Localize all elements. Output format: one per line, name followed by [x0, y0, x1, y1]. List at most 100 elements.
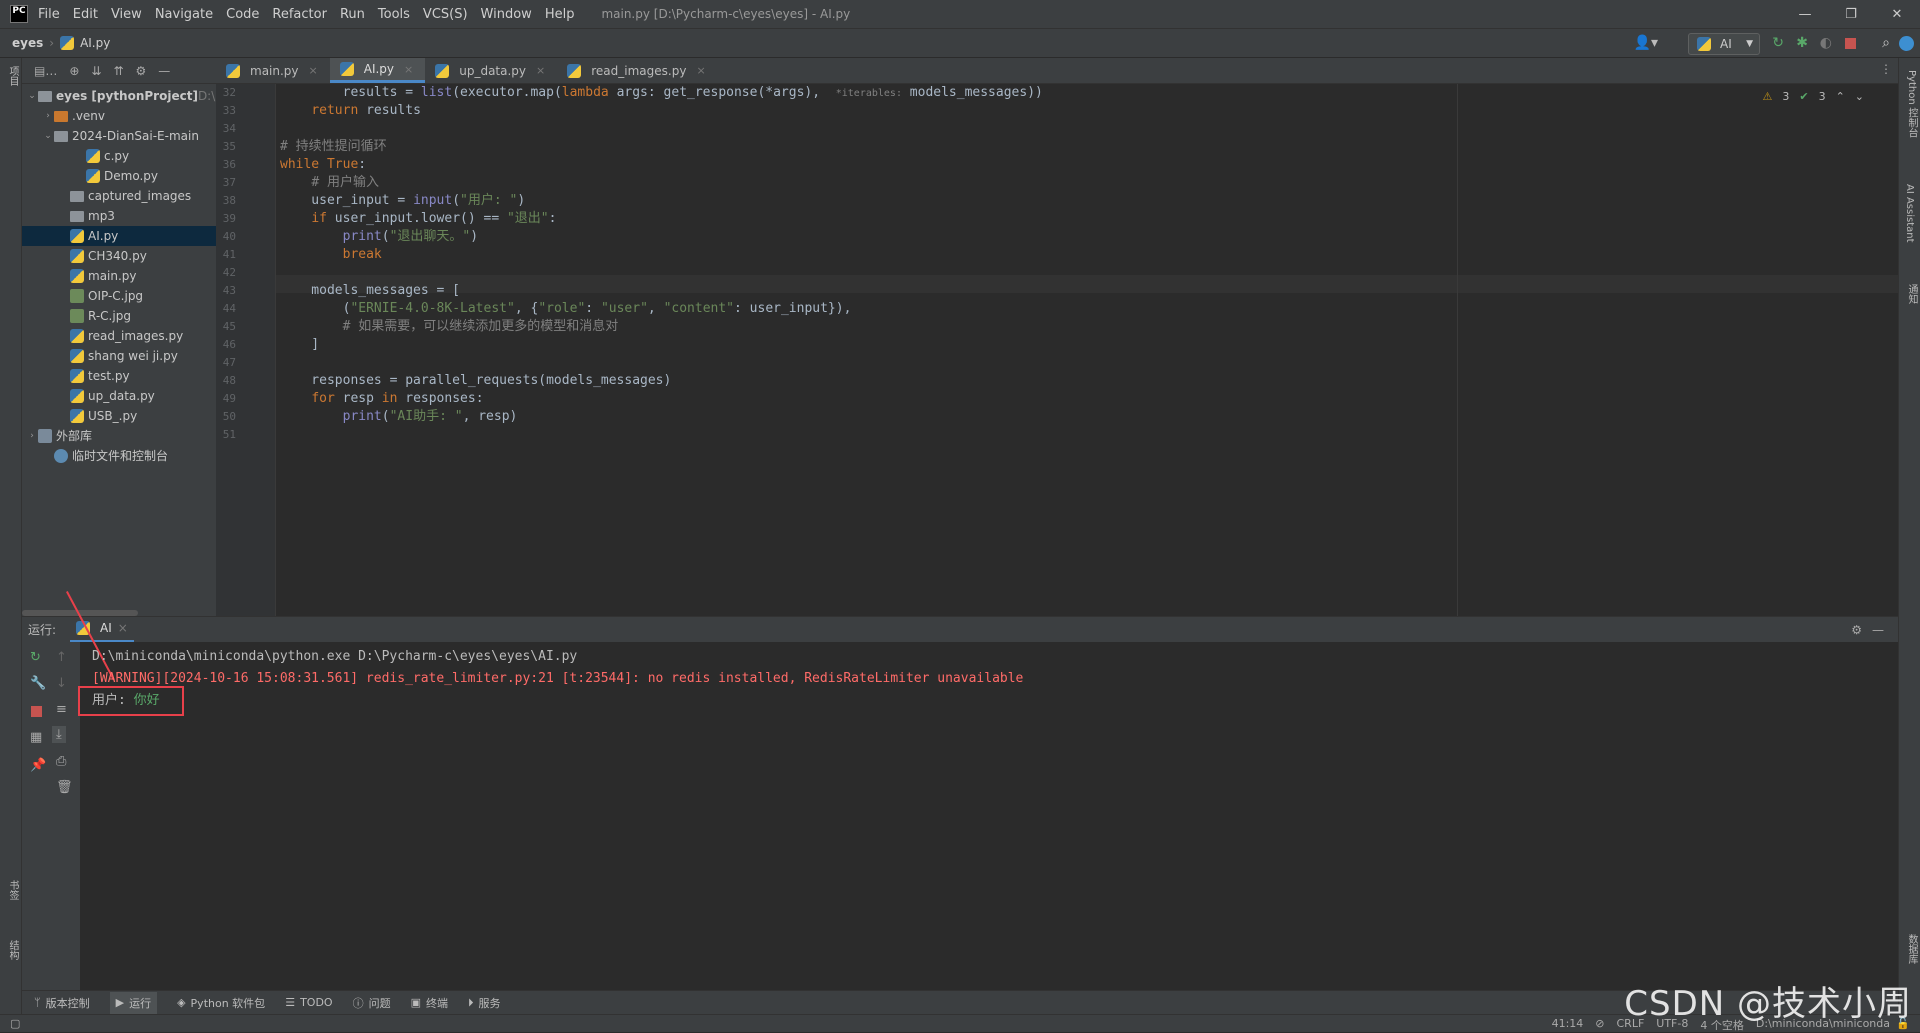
structure-tool-label[interactable]: 结构 [5, 940, 20, 960]
close-tab-icon[interactable]: × [118, 621, 128, 635]
menu-item-tools[interactable]: Tools [378, 7, 410, 22]
tree-item[interactable]: 临时文件和控制台 [22, 446, 216, 466]
expand-all-icon[interactable]: ⇊ [91, 64, 101, 78]
chevron-up-icon[interactable]: ⌃ [1836, 90, 1845, 103]
gear-icon[interactable]: ⚙ [1851, 623, 1862, 637]
breadcrumb-project[interactable]: eyes [12, 36, 43, 50]
tree-item[interactable]: USB_.py [22, 406, 216, 426]
search-icon[interactable]: ⌕ [1882, 35, 1890, 51]
read-only-icon[interactable]: ⊘ [1595, 1017, 1604, 1033]
tree-item[interactable]: CH340.py [22, 246, 216, 266]
trash-icon[interactable]: 🗑 [56, 780, 73, 795]
close-tab-icon[interactable]: × [309, 64, 318, 77]
bottom-tool-Python-软件包[interactable]: ◈ Python 软件包 [177, 995, 265, 1011]
menu-item-refactor[interactable]: Refactor [272, 7, 327, 22]
python-console-label[interactable]: Python 控制台 [1904, 70, 1919, 138]
hide-icon[interactable]: — [158, 64, 170, 78]
wrench-icon[interactable]: 🔧 [30, 676, 46, 691]
tree-item[interactable]: read_images.py [22, 326, 216, 346]
print-icon[interactable]: ⎙ [56, 754, 66, 769]
tab-main-py[interactable]: main.py × [216, 58, 330, 83]
scroll-to-end-icon[interactable]: ⤓ [52, 726, 66, 743]
user-icon[interactable]: 👤▾ [1634, 35, 1658, 51]
project-tool-label[interactable]: 项目 [5, 66, 20, 86]
bottom-tool-终端[interactable]: ▣ 终端 [411, 995, 448, 1011]
menu-item-vcss[interactable]: VCS(S) [423, 7, 468, 22]
close-window-button[interactable]: ✕ [1874, 0, 1920, 28]
soft-wrap-icon[interactable]: ≡ [56, 702, 67, 717]
tree-item[interactable]: up_data.py [22, 386, 216, 406]
chevron-icon[interactable]: › [42, 106, 54, 126]
arrow-down-icon[interactable]: ↓ [56, 676, 67, 691]
menu-item-view[interactable]: View [111, 7, 142, 22]
stop-icon[interactable] [31, 706, 42, 717]
tree-item[interactable]: OIP-C.jpg [22, 286, 216, 306]
layout-icon[interactable]: ▦ [30, 730, 42, 745]
rerun-icon[interactable]: ↻ [1772, 35, 1784, 51]
tree-item[interactable]: c.py [22, 146, 216, 166]
gear-icon[interactable]: ⚙ [136, 64, 147, 78]
tree-item[interactable]: mp3 [22, 206, 216, 226]
caret-position[interactable]: 41:14 [1552, 1017, 1584, 1033]
menu-item-edit[interactable]: Edit [73, 7, 98, 22]
python-file-icon [226, 63, 240, 78]
collapse-all-icon[interactable]: ⇈ [113, 64, 123, 78]
debug-icon[interactable]: ✱ [1796, 35, 1808, 51]
more-options-icon[interactable]: ⋮ [1880, 62, 1892, 76]
bookmarks-tool-label[interactable]: 书签 [5, 880, 20, 900]
tree-item[interactable]: AI.py [22, 226, 216, 246]
minimize-button[interactable]: — [1782, 0, 1828, 28]
tree-item[interactable]: captured_images [22, 186, 216, 206]
bottom-tool-TODO[interactable]: ☰ TODO [285, 996, 332, 1009]
ai-assistant-label[interactable]: AI Assistant [1904, 184, 1915, 243]
tree-item[interactable]: test.py [22, 366, 216, 386]
menu-item-run[interactable]: Run [340, 7, 365, 22]
chevron-icon[interactable]: ⌄ [26, 86, 38, 106]
menu-item-help[interactable]: Help [545, 7, 575, 22]
tab-up_data-py[interactable]: up_data.py × [425, 58, 557, 83]
update-icon[interactable] [1899, 36, 1914, 51]
bottom-tool-版本控制[interactable]: ᛘ 版本控制 [34, 995, 90, 1011]
tree-item[interactable]: R-C.jpg [22, 306, 216, 326]
coverage-icon[interactable]: ◐ [1820, 35, 1832, 51]
console-output[interactable]: D:\miniconda\miniconda\python.exe D:\Pyc… [92, 646, 1023, 712]
tree-item[interactable]: ⌄ eyes [pythonProject] D:\ [22, 86, 216, 106]
pin-icon[interactable]: 📌 [30, 758, 46, 773]
code-editor[interactable]: 32 results = list(executor.map(lambda ar… [216, 84, 1898, 616]
close-tab-icon[interactable]: × [536, 64, 545, 77]
stop-icon[interactable] [1845, 38, 1856, 49]
tree-item[interactable]: ⌄ 2024-DianSai-E-main [22, 126, 216, 146]
project-view-icon[interactable]: ▤… [34, 64, 57, 78]
locate-icon[interactable]: ⊕ [69, 64, 79, 78]
notifications-label[interactable]: 通知 [1904, 284, 1919, 304]
menu-item-code[interactable]: Code [226, 7, 259, 22]
arrow-up-icon[interactable]: ↑ [56, 650, 67, 665]
chevron-icon[interactable]: ⌄ [42, 126, 54, 146]
close-tab-icon[interactable]: × [404, 63, 413, 76]
run-config-selector[interactable]: AI ▼ [1688, 33, 1760, 55]
menu-item-navigate[interactable]: Navigate [155, 7, 213, 22]
menu-item-window[interactable]: Window [481, 7, 532, 22]
chevron-down-icon[interactable]: ⌄ [1855, 90, 1864, 103]
tree-item[interactable]: › .venv [22, 106, 216, 126]
inspection-widget[interactable]: ⚠ 3 ✔ 3 ⌃ ⌄ [1762, 90, 1864, 103]
tree-item[interactable]: › 外部库 [22, 426, 216, 446]
close-tab-icon[interactable]: × [696, 64, 705, 77]
bottom-tool-问题[interactable]: ⓘ 问题 [353, 995, 391, 1011]
chevron-icon[interactable]: › [26, 426, 38, 446]
rerun-icon[interactable]: ↻ [30, 650, 41, 665]
tab-read_images-py[interactable]: read_images.py × [557, 58, 717, 83]
layout-toggle-icon[interactable]: ▢ [10, 1017, 20, 1030]
tab-ai-py[interactable]: AI.py × [329, 58, 426, 83]
database-label[interactable]: 数据库 [1904, 934, 1919, 964]
tree-item[interactable]: shang wei ji.py [22, 346, 216, 366]
tree-item[interactable]: Demo.py [22, 166, 216, 186]
bottom-tool-运行[interactable]: ▶ 运行 [109, 991, 158, 1014]
bottom-tool-服务[interactable]: ⏵ 服务 [468, 995, 501, 1011]
maximize-button[interactable]: ❐ [1828, 0, 1874, 28]
hide-panel-icon[interactable]: — [1872, 623, 1884, 637]
breadcrumb-file[interactable]: AI.py [80, 36, 110, 50]
menu-item-file[interactable]: File [38, 7, 60, 22]
tree-item[interactable]: main.py [22, 266, 216, 286]
run-tab-ai[interactable]: AI × [70, 617, 134, 643]
